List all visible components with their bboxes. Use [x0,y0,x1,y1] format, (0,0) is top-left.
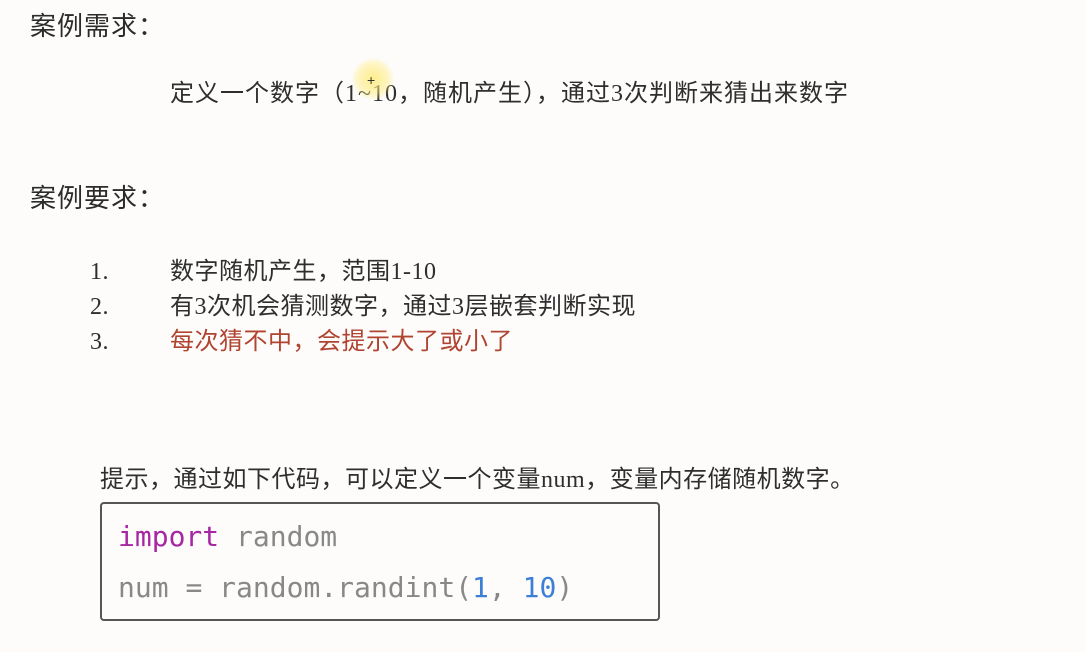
rules-list: 1. 数字随机产生，范围1-10 2. 有3次机会猜测数字，通过3层嵌套判断实现… [90,255,1056,359]
operator-dot: . [320,571,337,604]
paren-left: ( [455,571,472,604]
module-random: random [236,520,337,553]
list-text: 数字随机产生，范围1-10 [170,255,437,290]
number-literal: 10 [523,571,557,604]
list-item: 3. 每次猜不中，会提示大了或小了 [90,325,1056,360]
list-item: 2. 有3次机会猜测数字，通过3层嵌套判断实现 [90,290,1056,325]
variable-num: num [118,571,169,604]
list-text: 每次猜不中，会提示大了或小了 [170,325,513,360]
section-title-rules: 案例要求： [30,178,1056,215]
code-line-1: import random [118,512,642,562]
hint-text: 提示，通过如下代码，可以定义一个变量num，变量内存储随机数字。 [100,459,1056,494]
object-random: random [219,571,320,604]
list-text: 有3次机会猜测数字，通过3层嵌套判断实现 [170,290,636,325]
number-literal: 1 [472,571,489,604]
list-number: 2. [90,290,170,325]
section-description: 定义一个数字（1~10，随机产生），通过3次判断来猜出来数字 [170,73,1056,108]
list-number: 1. [90,255,170,290]
space [506,571,523,604]
keyword-import: import [118,520,219,553]
operator-equals: = [185,571,202,604]
section-title-requirements: 案例需求： [30,6,1056,43]
list-number: 3. [90,325,170,360]
paren-right: ) [556,571,573,604]
document-body: 案例需求： 定义一个数字（1~10，随机产生），通过3次判断来猜出来数字 案例要… [0,0,1086,621]
code-line-2: num = random.randint(1, 10) [118,563,642,613]
code-block: import random num = random.randint(1, 10… [100,502,660,621]
list-item: 1. 数字随机产生，范围1-10 [90,255,1056,290]
function-randint: randint [337,571,455,604]
comma: , [489,571,506,604]
